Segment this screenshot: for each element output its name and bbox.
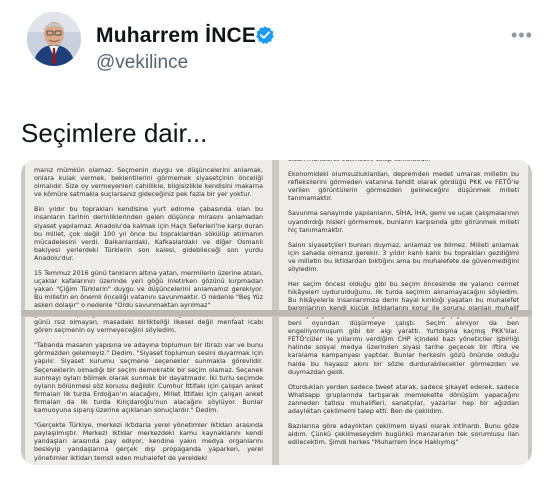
letter-paragraph: 15 Temmuz 2016 günü tankların altına yat…	[34, 270, 263, 310]
page-fold	[21, 310, 532, 316]
letter-paragraph: olsun muhalefet edilmesini talep etmekte…	[288, 160, 519, 164]
more-options-icon[interactable]: •••	[511, 26, 533, 44]
letter-paragraph: Ne söylediysem dinlemek yerine muhalefet…	[288, 317, 519, 376]
letter-text-right-top: olsun muhalefet edilmesini talep etmekte…	[288, 160, 519, 310]
avatar[interactable]	[27, 12, 81, 66]
letter-paragraph: Bin yıldır bu toprakları kendisine yurt …	[34, 206, 263, 262]
letter-text-left-bottom: güven vermeyeceğini, Guruxlar 'Nuklarsil…	[34, 317, 263, 465]
letter-text-right-bottom: Ne söylediysem dinlemek yerine muhalefet…	[288, 317, 519, 454]
letter-paragraph: Her seçim öncesi olduğu gibi bu seçim ön…	[288, 281, 519, 310]
verified-badge-icon	[256, 26, 274, 44]
letter-paragraph: Savunma sanayinde yapılanların, SİHA, İH…	[288, 210, 519, 234]
letter-paragraph: Salon siyasetçileri bunları duymaz, anla…	[288, 241, 519, 274]
letter-page-left-top: manız mümkün olamaz. Seçmenin duygu ve d…	[25, 160, 272, 310]
letter-page-left-bottom: güven vermeyeceğini, Guruxlar 'Nuklarsil…	[25, 317, 272, 465]
letter-page-right-bottom: Ne söylediysem dinlemek yerine muhalefet…	[279, 317, 528, 465]
letter-page-right-top: olsun muhalefet edilmesini talep etmekte…	[279, 160, 528, 310]
tweet-header: Muharrem İNCE @vekilince •••	[0, 0, 552, 100]
author-name[interactable]: Muharrem İNCE	[96, 24, 256, 48]
letter-text-left-top: manız mümkün olamaz. Seçmenin duygu ve d…	[34, 167, 263, 310]
tweet-media-image[interactable]: manız mümkün olamaz. Seçmenin duygu ve d…	[21, 160, 532, 465]
letter-paragraph: Bazılarına göre adaylıktan çekilmem siya…	[288, 423, 519, 447]
letter-paragraph: Ekonomideki olumsuzluklardan, depremden …	[288, 171, 519, 203]
avatar-photo	[27, 12, 81, 66]
tweet-text: Seçimlere dair...	[21, 118, 208, 148]
letter-paragraph: "Tabanda masanın yapısına ve adayına top…	[34, 342, 263, 415]
letter-paragraph: Oturdukları yerden sadece tweet atarak, …	[288, 383, 519, 416]
letter-paragraph: manız mümkün olamaz. Seçmenin duygu ve d…	[34, 167, 263, 199]
author-handle[interactable]: @vekilince	[96, 52, 188, 74]
letter-paragraph: "Gerçekte Türkiye, merkezi iktidarla yer…	[34, 422, 263, 462]
letter-paragraph: güven vermeyeceğini, Guruxlar 'Nuklarsil…	[34, 317, 263, 335]
